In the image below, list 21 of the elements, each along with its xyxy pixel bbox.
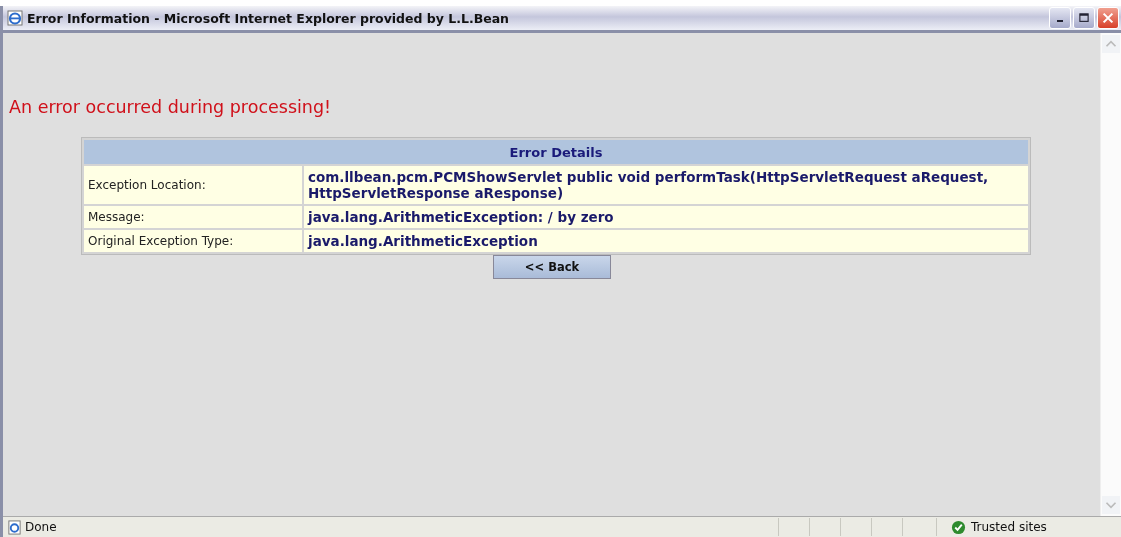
maximize-icon bbox=[1078, 12, 1090, 24]
window-title: Error Information - Microsoft Internet Explorer provided by L.L.Bean bbox=[27, 10, 510, 26]
table-cell: java.lang.ArithmeticException: / by zero bbox=[304, 206, 1028, 228]
table-cell: Message: bbox=[84, 206, 302, 228]
close-icon bbox=[1101, 11, 1115, 25]
browser-icon bbox=[7, 10, 23, 26]
table-cell: Exception Location: bbox=[84, 166, 302, 204]
table-cell: Original Exception Type: bbox=[84, 230, 302, 252]
maximize-button[interactable] bbox=[1073, 7, 1095, 29]
status-text: Done bbox=[25, 520, 57, 534]
error-heading: An error occurred during processing! bbox=[8, 97, 333, 117]
minimize-button[interactable] bbox=[1049, 7, 1071, 29]
check-icon bbox=[951, 519, 966, 535]
table-cell: com.llbean.pcm.PCMShowServlet public void performTask(HttpServletRequest aRequest, HttpServletResponse aResponse) bbox=[304, 166, 1028, 204]
back-button[interactable]: << Back bbox=[493, 255, 611, 279]
zone-text: Trusted sites bbox=[971, 520, 1047, 534]
table-cell: java.lang.ArithmeticException bbox=[304, 230, 1028, 252]
page-icon bbox=[7, 519, 22, 535]
minimize-icon bbox=[1057, 20, 1063, 22]
close-button[interactable] bbox=[1097, 7, 1119, 29]
table-header: Error Details bbox=[84, 140, 1028, 164]
